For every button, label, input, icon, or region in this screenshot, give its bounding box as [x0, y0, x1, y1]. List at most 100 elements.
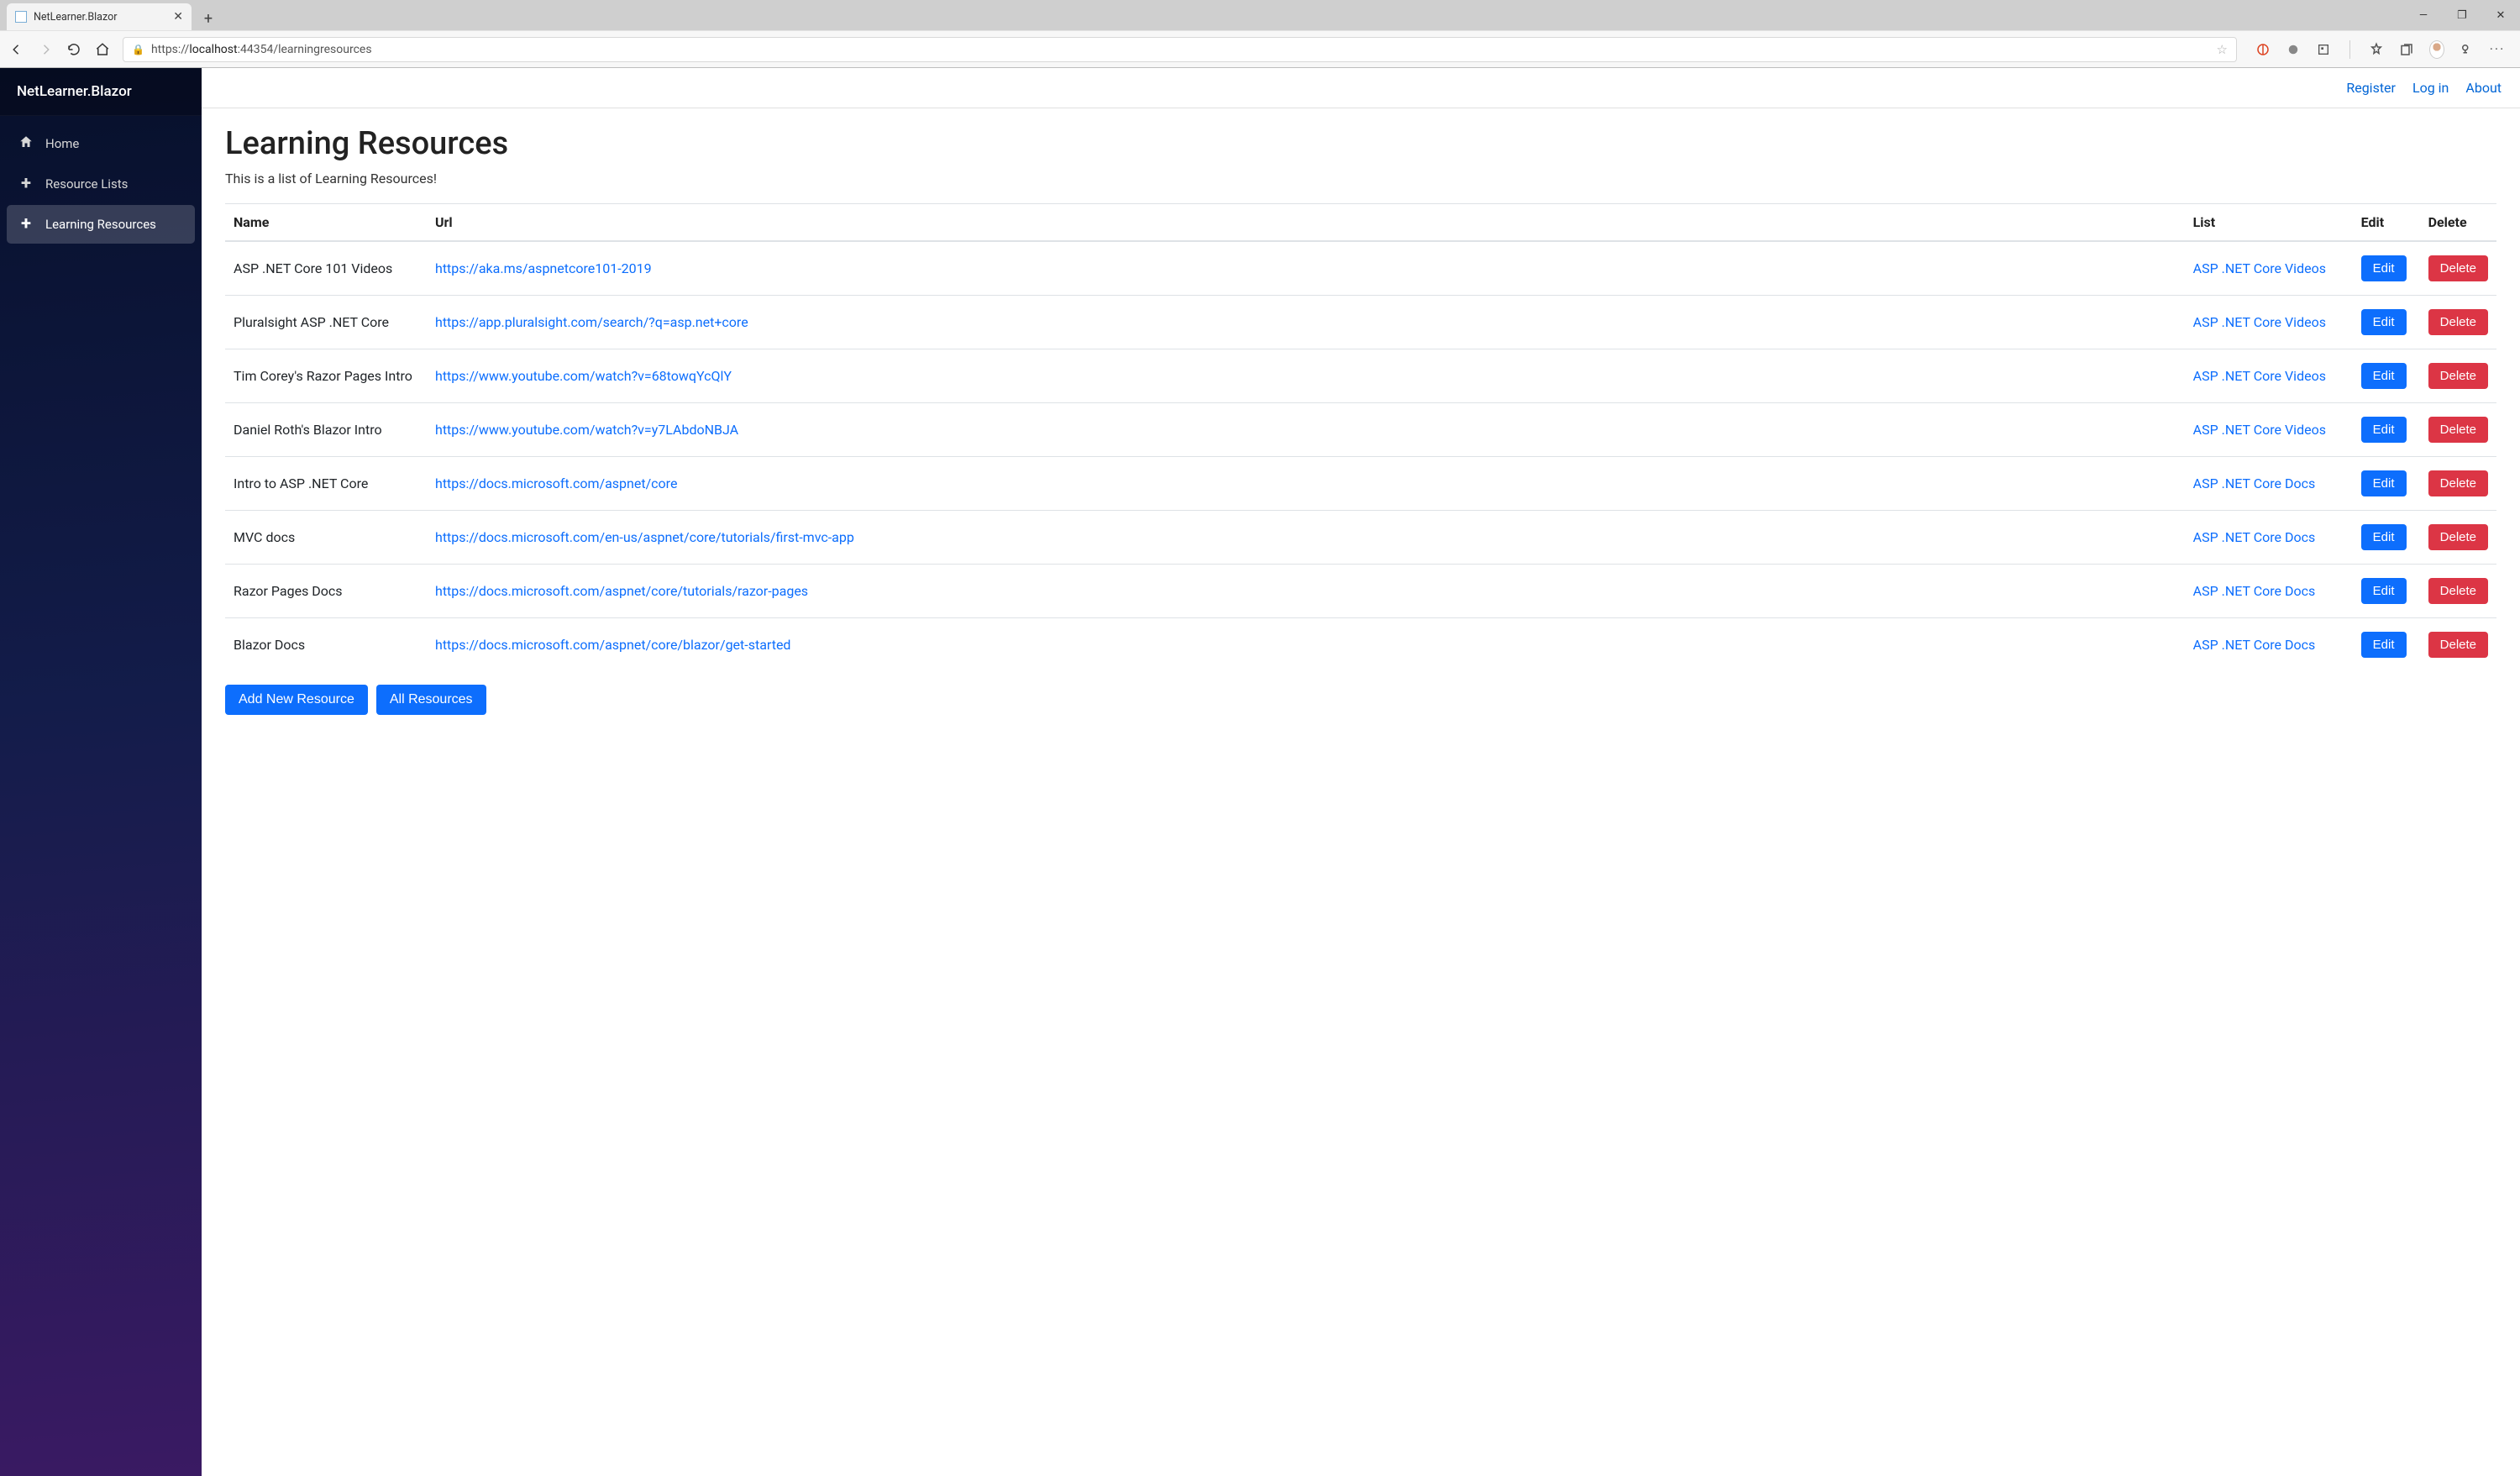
cell-list: ASP .NET Core Videos	[2185, 296, 2353, 349]
profile-avatar[interactable]	[2429, 42, 2444, 57]
resource-url-link[interactable]: https://aka.ms/aspnetcore101-2019	[435, 260, 652, 276]
table-row: Daniel Roth's Blazor Introhttps://www.yo…	[225, 403, 2496, 457]
sidebar-item-home[interactable]: Home	[7, 124, 195, 163]
page-content: Learning Resources This is a list of Lea…	[202, 108, 2520, 732]
resource-url-link[interactable]: https://app.pluralsight.com/search/?q=as…	[435, 314, 748, 330]
resource-list-link[interactable]: ASP .NET Core Videos	[2193, 314, 2326, 330]
collections-icon[interactable]	[2399, 42, 2414, 57]
col-header-edit: Edit	[2353, 204, 2420, 242]
sidebar-item-label: Resource Lists	[45, 176, 128, 192]
app-root: NetLearner.Blazor Home + Resource Lists +Le…	[0, 68, 2520, 1476]
resource-list-link[interactable]: ASP .NET Core Videos	[2193, 368, 2326, 384]
table-row: Tim Corey's Razor Pages Introhttps://www…	[225, 349, 2496, 403]
feedback-icon[interactable]	[2460, 42, 2475, 57]
address-bar[interactable]: 🔒 https://localhost:44354/learningresour…	[123, 37, 2237, 62]
sidebar: NetLearner.Blazor Home + Resource Lists +Le…	[0, 68, 202, 1476]
delete-button[interactable]: Delete	[2428, 524, 2488, 550]
favorite-star-icon[interactable]: ☆	[2217, 42, 2228, 57]
extension-icon-3[interactable]	[2316, 42, 2331, 57]
cell-delete: Delete	[2420, 511, 2496, 565]
resource-list-link[interactable]: ASP .NET Core Videos	[2193, 260, 2326, 276]
login-link[interactable]: Log in	[2412, 80, 2449, 96]
about-link[interactable]: About	[2465, 80, 2502, 96]
col-header-name: Name	[225, 204, 427, 242]
resource-url-link[interactable]: https://docs.microsoft.com/aspnet/core	[435, 475, 677, 491]
cell-edit: Edit	[2353, 511, 2420, 565]
window-minimize-button[interactable]: —	[2404, 0, 2443, 30]
delete-button[interactable]: Delete	[2428, 417, 2488, 443]
more-menu-icon[interactable]: ···	[2490, 42, 2505, 57]
window-maximize-button[interactable]: ❐	[2443, 0, 2481, 30]
favorites-icon[interactable]	[2369, 42, 2384, 57]
cell-url: https://app.pluralsight.com/search/?q=as…	[427, 296, 2185, 349]
cell-url: https://docs.microsoft.com/aspnet/core/t…	[427, 565, 2185, 618]
main-area: Register Log in About Learning Resources…	[202, 68, 2520, 1476]
refresh-button[interactable]	[66, 41, 82, 58]
cell-list: ASP .NET Core Videos	[2185, 241, 2353, 296]
cell-delete: Delete	[2420, 296, 2496, 349]
edit-button[interactable]: Edit	[2361, 363, 2407, 389]
page-title: Learning Resources	[225, 125, 2496, 162]
top-bar: Register Log in About	[202, 68, 2520, 108]
window-close-button[interactable]: ✕	[2481, 0, 2520, 30]
cell-edit: Edit	[2353, 349, 2420, 403]
edit-button[interactable]: Edit	[2361, 524, 2407, 550]
toolbar-separator	[2349, 40, 2350, 59]
new-tab-button[interactable]: +	[197, 7, 220, 30]
plus-icon: +	[18, 175, 34, 193]
sidebar-item-learning-resources[interactable]: +Learning Resources	[7, 205, 195, 244]
resource-list-link[interactable]: ASP .NET Core Docs	[2193, 475, 2316, 491]
forward-button[interactable]	[37, 41, 54, 58]
delete-button[interactable]: Delete	[2428, 255, 2488, 281]
avatar-icon	[2429, 40, 2444, 59]
resource-list-link[interactable]: ASP .NET Core Videos	[2193, 422, 2326, 438]
table-row: Blazor Docshttps://docs.microsoft.com/as…	[225, 618, 2496, 672]
col-header-url: Url	[427, 204, 2185, 242]
delete-button[interactable]: Delete	[2428, 578, 2488, 604]
resource-url-link[interactable]: https://docs.microsoft.com/aspnet/core/b…	[435, 637, 790, 653]
sidebar-item-label: Learning Resources	[45, 217, 156, 232]
tab-strip: NetLearner.Blazor ✕ + — ❐ ✕	[0, 0, 2520, 30]
cell-edit: Edit	[2353, 403, 2420, 457]
table-row: Pluralsight ASP .NET Corehttps://app.plu…	[225, 296, 2496, 349]
add-new-resource-button[interactable]: Add New Resource	[225, 685, 368, 715]
register-link[interactable]: Register	[2346, 80, 2396, 96]
resource-list-link[interactable]: ASP .NET Core Docs	[2193, 529, 2316, 545]
edit-button[interactable]: Edit	[2361, 470, 2407, 496]
delete-button[interactable]: Delete	[2428, 632, 2488, 658]
edit-button[interactable]: Edit	[2361, 417, 2407, 443]
cell-name: ASP .NET Core 101 Videos	[225, 241, 427, 296]
delete-button[interactable]: Delete	[2428, 309, 2488, 335]
all-resources-button[interactable]: All Resources	[376, 685, 486, 715]
col-header-list: List	[2185, 204, 2353, 242]
resource-list-link[interactable]: ASP .NET Core Docs	[2193, 583, 2316, 599]
browser-tab[interactable]: NetLearner.Blazor ✕	[7, 3, 192, 30]
url-host: localhost	[189, 43, 237, 56]
home-button-browser[interactable]	[94, 41, 111, 58]
resource-list-link[interactable]: ASP .NET Core Docs	[2193, 637, 2316, 653]
extension-icon-1[interactable]	[2255, 42, 2271, 57]
edit-button[interactable]: Edit	[2361, 578, 2407, 604]
cell-delete: Delete	[2420, 457, 2496, 511]
delete-button[interactable]: Delete	[2428, 470, 2488, 496]
page-subtitle: This is a list of Learning Resources!	[225, 171, 2496, 186]
delete-button[interactable]: Delete	[2428, 363, 2488, 389]
resource-url-link[interactable]: https://www.youtube.com/watch?v=y7LAbdoN…	[435, 422, 738, 438]
nav-list: Home + Resource Lists +Learning Resources	[0, 116, 202, 252]
resource-url-link[interactable]: https://docs.microsoft.com/en-us/aspnet/…	[435, 529, 854, 545]
edit-button[interactable]: Edit	[2361, 632, 2407, 658]
cell-edit: Edit	[2353, 565, 2420, 618]
cell-url: https://aka.ms/aspnetcore101-2019	[427, 241, 2185, 296]
sidebar-item-resource-lists[interactable]: + Resource Lists	[7, 165, 195, 203]
edit-button[interactable]: Edit	[2361, 309, 2407, 335]
tab-close-icon[interactable]: ✕	[173, 10, 183, 24]
sidebar-brand[interactable]: NetLearner.Blazor	[0, 68, 202, 116]
favicon-icon	[15, 11, 27, 23]
resource-url-link[interactable]: https://docs.microsoft.com/aspnet/core/t…	[435, 583, 808, 599]
cell-url: https://www.youtube.com/watch?v=y7LAbdoN…	[427, 403, 2185, 457]
edit-button[interactable]: Edit	[2361, 255, 2407, 281]
url-port: :44354	[238, 43, 274, 56]
resource-url-link[interactable]: https://www.youtube.com/watch?v=68towqYc…	[435, 368, 732, 384]
back-button[interactable]	[8, 41, 25, 58]
extension-icon-2[interactable]	[2286, 42, 2301, 57]
